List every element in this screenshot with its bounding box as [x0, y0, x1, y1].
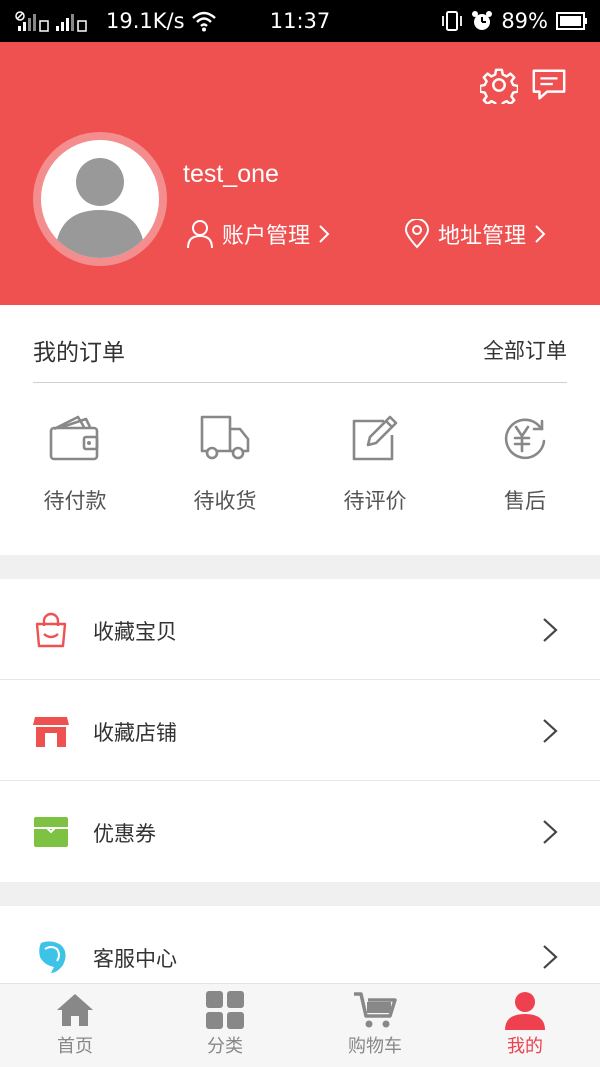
- order-label: 待收货: [193, 489, 257, 513]
- chevron-right-icon: [543, 719, 558, 743]
- username: test_one: [183, 160, 279, 188]
- menu-row-favorite-items[interactable]: 收藏宝贝: [0, 579, 600, 680]
- vibrate-icon: [442, 11, 463, 31]
- order-label: 售后: [504, 489, 546, 513]
- category-icon: [206, 991, 244, 1029]
- tab-label: 购物车: [348, 1036, 402, 1057]
- user-outline-icon: [187, 220, 213, 249]
- clock: 11:37: [269, 9, 331, 33]
- tab-home[interactable]: 首页: [0, 984, 150, 1067]
- status-bar: 19.1K/s 11:37 89%: [0, 0, 600, 42]
- coupon-icon: [34, 817, 68, 847]
- account-management-link[interactable]: 账户管理: [186, 218, 330, 250]
- my-orders-section: 我的订单 全部订单 待付款 待收货 待评价 售后: [0, 305, 600, 555]
- order-pending-receipt[interactable]: 待收货: [150, 413, 300, 515]
- profile-header: test_one 账户管理 地址管理: [0, 42, 600, 305]
- tab-label: 分类: [207, 1036, 243, 1057]
- menu-row-customer-service[interactable]: 客服中心: [0, 906, 600, 983]
- menu-label: 收藏店铺: [93, 721, 177, 745]
- home-icon: [57, 994, 93, 1026]
- address-management-label: 地址管理: [438, 224, 527, 249]
- order-label: 待评价: [343, 489, 407, 513]
- truck-icon: [200, 415, 250, 460]
- message-icon[interactable]: [530, 66, 568, 104]
- menu-row-favorite-stores[interactable]: 收藏店铺: [0, 680, 600, 781]
- menu-label: 优惠券: [93, 822, 156, 846]
- edit-icon: [352, 415, 398, 461]
- location-pin-icon: [404, 219, 430, 249]
- chevron-right-icon: [319, 225, 330, 243]
- chevron-right-icon: [543, 820, 558, 844]
- order-label: 待付款: [43, 489, 107, 513]
- user-icon: [505, 992, 545, 1030]
- battery-icon: [556, 12, 587, 30]
- chevron-right-icon: [543, 618, 558, 642]
- chevron-right-icon: [543, 945, 558, 969]
- avatar[interactable]: [41, 140, 159, 258]
- orders-title: 我的订单: [33, 340, 125, 366]
- chevron-right-icon: [535, 225, 546, 243]
- menu-row-coupons[interactable]: 优惠券: [0, 781, 600, 882]
- account-management-label: 账户管理: [222, 224, 311, 249]
- wallet-icon: [49, 415, 99, 461]
- cart-icon: [354, 992, 397, 1028]
- orders-header: 我的订单 全部订单: [33, 305, 567, 383]
- store-icon: [33, 717, 69, 747]
- battery-percent: 89%: [501, 9, 548, 33]
- shopping-bag-icon: [35, 612, 67, 648]
- menu-label: 收藏宝贝: [93, 620, 177, 644]
- bottom-tab-bar: 首页 分类 购物车 我的: [0, 983, 600, 1067]
- menu-label: 客服中心: [93, 947, 177, 971]
- tab-category[interactable]: 分类: [150, 984, 300, 1067]
- yen-refresh-icon: [504, 418, 546, 460]
- customer-service-icon: [39, 941, 66, 973]
- address-management-link[interactable]: 地址管理: [404, 218, 546, 250]
- tab-cart[interactable]: 购物车: [300, 984, 450, 1067]
- tab-mine[interactable]: 我的: [450, 984, 600, 1067]
- tab-label: 首页: [57, 1036, 93, 1057]
- avatar-ring[interactable]: [33, 132, 167, 266]
- all-orders-link[interactable]: 全部订单: [483, 335, 567, 365]
- default-avatar-icon: [55, 158, 145, 258]
- order-pending-review[interactable]: 待评价: [300, 413, 450, 515]
- service-menu: 客服中心: [0, 906, 600, 983]
- order-after-sales[interactable]: 售后: [450, 413, 600, 515]
- gear-icon[interactable]: [480, 66, 518, 104]
- tab-label: 我的: [507, 1036, 543, 1057]
- favorites-menu: 收藏宝贝 收藏店铺 优惠券: [0, 579, 600, 882]
- order-pending-payment[interactable]: 待付款: [0, 413, 150, 515]
- alarm-icon: [472, 11, 493, 30]
